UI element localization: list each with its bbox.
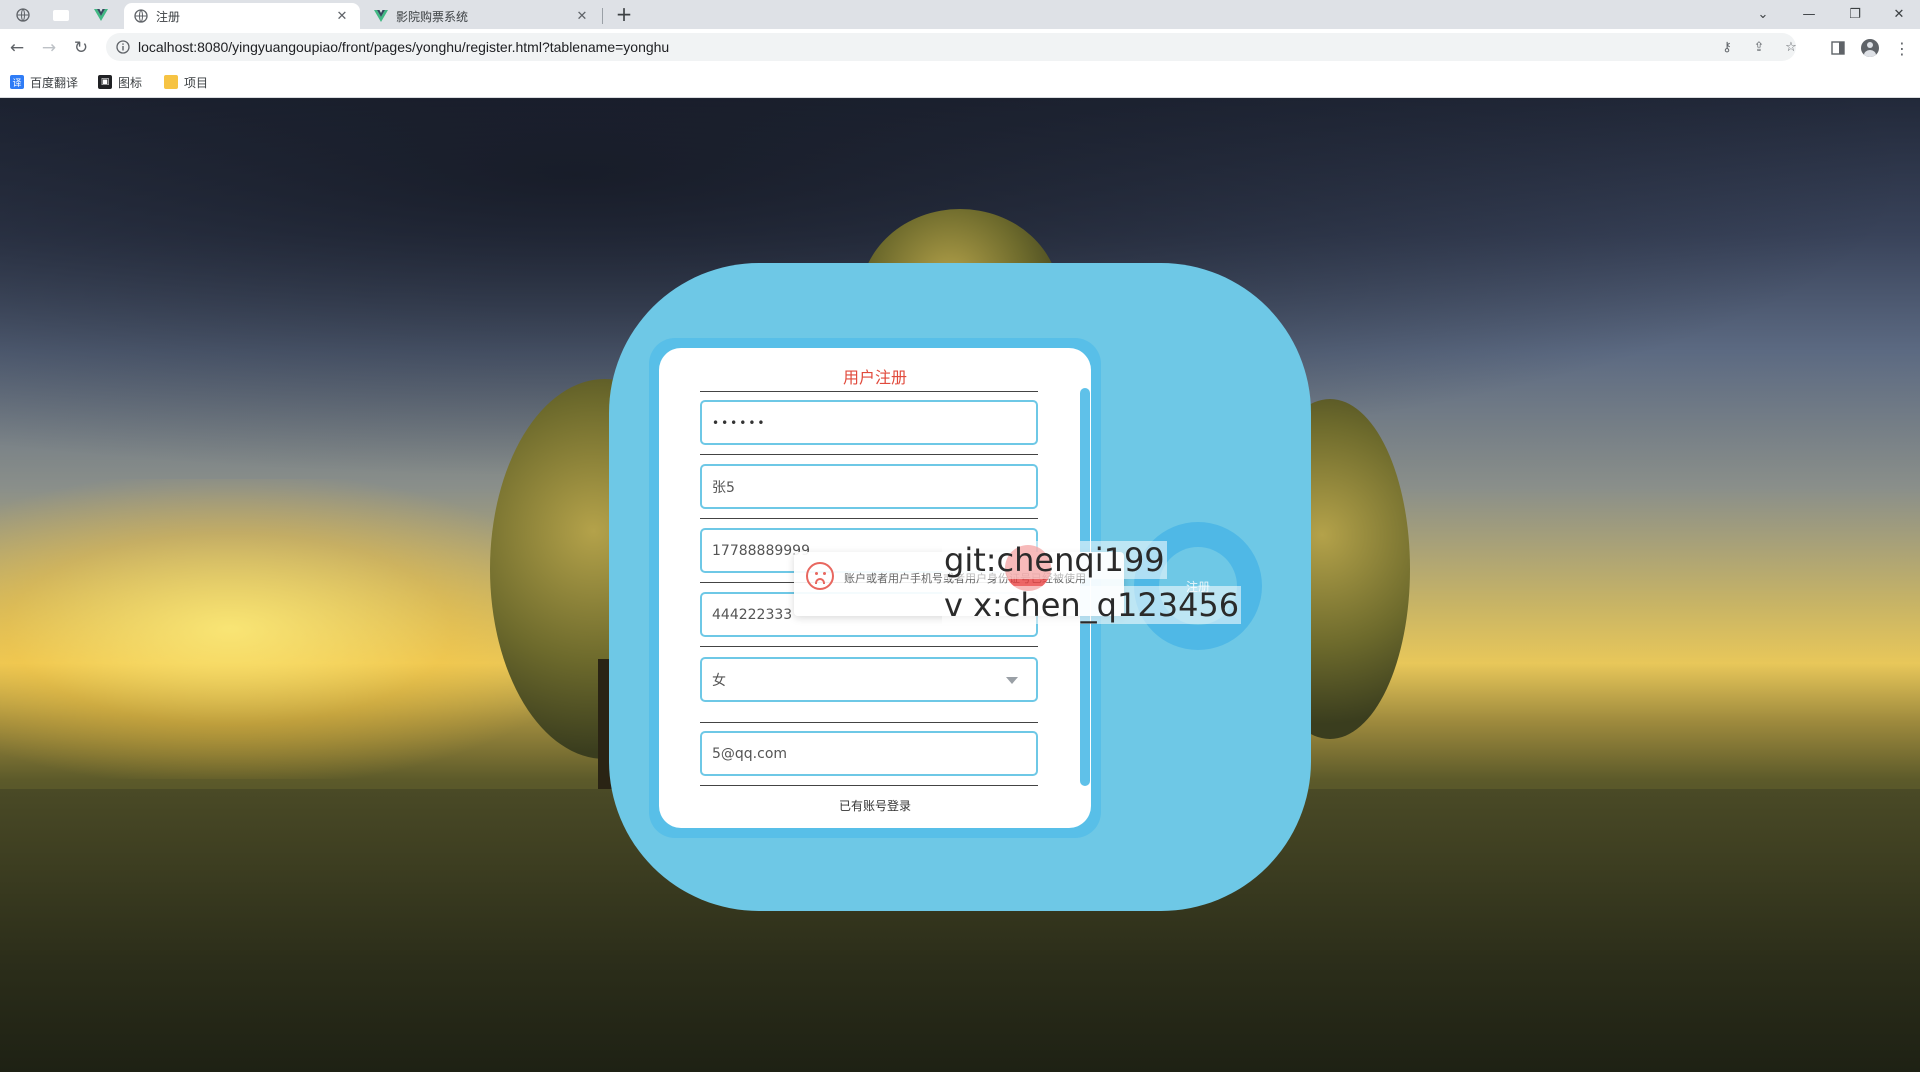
new-tab-button[interactable]: + [612, 4, 636, 26]
form-title: 用户注册 [842, 368, 907, 387]
tab-cinema-system[interactable]: 影院购票系统 ✕ [364, 3, 600, 29]
bookmark-folder-projects[interactable]: 项目 [164, 73, 208, 91]
profile-avatar[interactable] [1857, 35, 1883, 61]
name-field[interactable]: 张5 [700, 464, 1038, 509]
restore-button[interactable]: ❐ [1832, 0, 1878, 29]
bookmark-label: 图标 [118, 75, 143, 90]
email-value: 5@qq.com [712, 745, 788, 762]
tab-title: 注册 [156, 9, 181, 24]
vue-icon [374, 10, 388, 22]
divider [700, 454, 1038, 455]
password-value: •••••• [712, 415, 767, 430]
watermark-line-1: git:chenqi199 [942, 541, 1167, 579]
divider [700, 785, 1038, 786]
gender-select[interactable]: 女 [700, 657, 1038, 702]
key-icon[interactable]: ⚷ [1714, 33, 1740, 61]
id-number-value: 444222333 [712, 606, 793, 623]
bookmark-label: 百度翻译 [30, 75, 79, 90]
bookmark-icons[interactable]: ▣ 图标 [98, 73, 142, 91]
sad-face-icon [806, 562, 834, 590]
translate-icon: 译 [10, 75, 24, 89]
chevron-down-icon [1006, 677, 1018, 684]
browser-tab-strip: 注册 ✕ 影院购票系统 ✕ + ⌄ — ❐ ✕ [0, 0, 1920, 29]
tab-register[interactable]: 注册 ✕ [124, 3, 360, 29]
bookmark-label: 项目 [184, 75, 209, 90]
blank-tab-icon[interactable] [46, 4, 76, 26]
close-tab-icon[interactable]: ✕ [334, 8, 350, 24]
side-panel-icon[interactable] [1825, 35, 1851, 61]
image-icon: ▣ [98, 75, 112, 89]
tab-separator [602, 8, 603, 24]
divider [700, 518, 1038, 519]
star-icon[interactable]: ☆ [1778, 33, 1804, 61]
watermark-line-2: v x:chen_q123456 [942, 586, 1242, 624]
password-field[interactable]: •••••• [700, 400, 1038, 445]
email-field[interactable]: 5@qq.com [700, 731, 1038, 776]
menu-icon[interactable]: ⋮ [1889, 35, 1915, 61]
vue-icon[interactable] [86, 4, 116, 26]
address-bar[interactable]: localhost:8080/yingyuangoupiao/front/pag… [106, 33, 1797, 61]
divider [700, 391, 1038, 392]
globe-icon[interactable] [8, 4, 38, 26]
close-window-button[interactable]: ✕ [1876, 0, 1920, 29]
divider [700, 646, 1038, 647]
back-button[interactable]: ← [4, 35, 30, 61]
tab-title: 影院购票系统 [396, 9, 469, 24]
bookmarks-bar: 译 百度翻译 ▣ 图标 项目 [0, 66, 1920, 98]
name-value: 张5 [712, 479, 735, 496]
login-link[interactable]: 已有账号登录 [700, 797, 1050, 814]
forward-button[interactable]: → [36, 35, 62, 61]
url-text: localhost:8080/yingyuangoupiao/front/pag… [138, 39, 670, 55]
globe-icon [134, 9, 148, 23]
info-icon[interactable] [116, 40, 130, 54]
share-icon[interactable]: ⇪ [1746, 33, 1772, 61]
reload-button[interactable]: ↻ [68, 35, 94, 61]
divider [700, 722, 1038, 723]
folder-icon [164, 75, 178, 89]
browser-toolbar: ← → ↻ localhost:8080/yingyuangoupiao/fro… [0, 29, 1920, 66]
bookmark-baidu-translate[interactable]: 译 百度翻译 [10, 73, 78, 91]
tab-search-icon[interactable]: ⌄ [1740, 0, 1786, 29]
close-tab-icon[interactable]: ✕ [574, 8, 590, 24]
gender-value: 女 [712, 672, 726, 689]
minimize-button[interactable]: — [1786, 0, 1832, 29]
